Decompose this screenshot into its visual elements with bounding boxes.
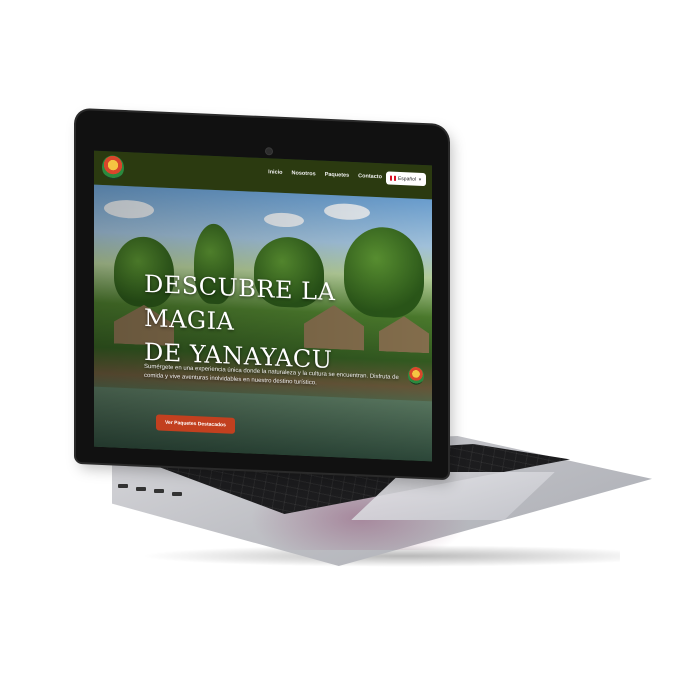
yanayacu-logo-icon[interactable] <box>102 155 124 180</box>
chevron-down-icon: ▼ <box>418 176 422 182</box>
port <box>154 489 164 493</box>
port <box>172 492 182 496</box>
language-select[interactable]: Español ▼ <box>385 171 426 187</box>
nav-link-contacto[interactable]: Contacto <box>358 173 382 180</box>
nav-links: Inicio Nosotros Paquetes Contacto <box>268 169 382 180</box>
hero-title-line1: DESCUBRE LA MAGIA <box>144 269 336 336</box>
language-label: Español <box>397 175 417 183</box>
laptop-screen: Inicio Nosotros Paquetes Contacto Españo… <box>94 150 432 462</box>
laptop-ports <box>118 484 198 498</box>
laptop-lid: Inicio Nosotros Paquetes Contacto Españo… <box>76 109 448 479</box>
peru-flag-icon <box>389 175 396 181</box>
port <box>118 484 128 488</box>
hero-section: DESCUBRE LA MAGIA DE YANAYACU Sumérgete … <box>94 184 432 462</box>
product-mockup: Inicio Nosotros Paquetes Contacto Españo… <box>0 0 692 692</box>
nav-link-inicio[interactable]: Inicio <box>268 169 282 176</box>
nav-link-nosotros[interactable]: Nosotros <box>292 170 316 177</box>
port <box>136 487 146 491</box>
yanayacu-badge-icon <box>408 366 424 386</box>
nav-link-paquetes[interactable]: Paquetes <box>325 172 349 179</box>
webcam-icon <box>266 148 272 155</box>
featured-packages-button[interactable]: Ver Paquetes Destacados <box>156 414 235 434</box>
hero-title: DESCUBRE LA MAGIA DE YANAYACU <box>144 267 404 380</box>
